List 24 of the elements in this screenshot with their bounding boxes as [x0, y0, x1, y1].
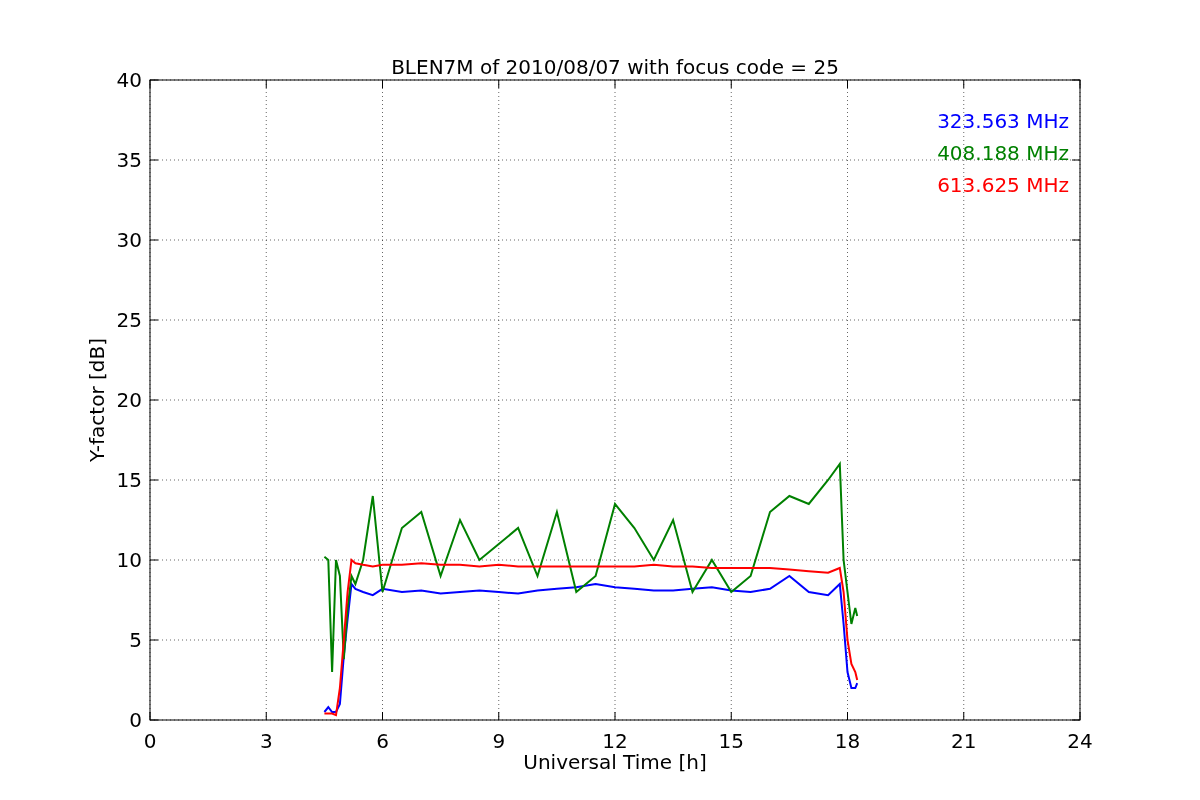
- x-tick-label: 15: [718, 729, 744, 753]
- chart-title: BLEN7M of 2010/08/07 with focus code = 25: [391, 55, 839, 79]
- x-tick-label: 21: [951, 729, 977, 753]
- x-tick-label: 9: [492, 729, 506, 753]
- x-tick-label: 3: [259, 729, 273, 753]
- y-tick-label: 30: [116, 228, 142, 252]
- legend-label: 408.188 MHz: [937, 141, 1069, 165]
- y-tick-label: 20: [116, 388, 142, 412]
- y-tick-label: 0: [129, 708, 142, 732]
- legend-label: 323.563 MHz: [937, 109, 1069, 133]
- y-tick-label: 40: [116, 68, 142, 92]
- y-tick-label: 5: [129, 628, 142, 652]
- y-tick-label: 10: [116, 548, 142, 572]
- y-tick-label: 25: [116, 308, 142, 332]
- x-axis-label: Universal Time [h]: [523, 750, 707, 774]
- y-tick-label: 15: [116, 468, 142, 492]
- y-axis-label: Y-factor [dB]: [85, 338, 109, 462]
- x-tick-label: 6: [376, 729, 389, 753]
- x-tick-label: 12: [602, 729, 628, 753]
- y-tick-label: 35: [116, 148, 142, 172]
- x-tick-label: 0: [143, 729, 157, 753]
- legend-label: 613.625 MHz: [937, 173, 1069, 197]
- x-tick-label: 18: [834, 729, 861, 753]
- x-tick-label: 24: [1067, 729, 1093, 753]
